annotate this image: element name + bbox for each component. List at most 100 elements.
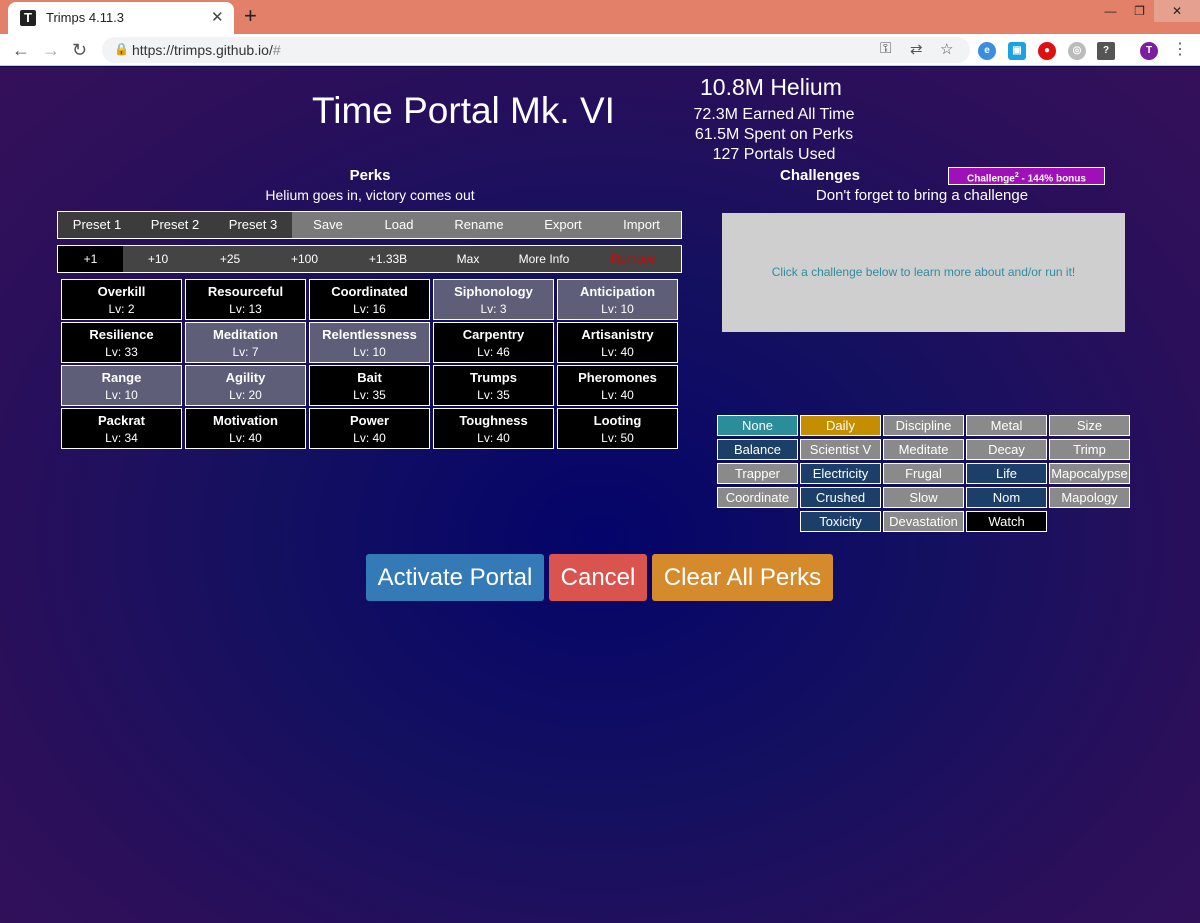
perk-level: Lv: 40 (229, 431, 262, 445)
restore-icon[interactable]: ❐ (1125, 0, 1154, 22)
perks-heading: Perks (349, 167, 391, 184)
perk-bait[interactable]: Bait Lv: 35 (309, 365, 430, 406)
buy-plus25-button[interactable]: +25 (193, 246, 267, 272)
save-preset-button[interactable]: Save (292, 212, 364, 238)
bookmark-star-icon[interactable]: ☆ (940, 40, 953, 58)
key-icon[interactable]: ⚿ (880, 40, 891, 57)
remove-button[interactable]: Remove (586, 246, 681, 272)
perk-relentlessness[interactable]: Relentlessness Lv: 10 (309, 322, 430, 363)
tab-close-icon[interactable]: ✕ (211, 8, 224, 26)
back-arrow-icon[interactable]: ← (12, 38, 30, 62)
minimize-icon[interactable]: — (1096, 0, 1125, 22)
challenge-decay[interactable]: Decay (966, 439, 1047, 460)
perk-overkill[interactable]: Overkill Lv: 2 (61, 279, 182, 320)
challenge-devastation[interactable]: Devastation (883, 511, 964, 532)
profile-avatar[interactable]: T (1140, 42, 1158, 60)
perk-level: Lv: 34 (105, 431, 138, 445)
lock-icon: 🔒 (114, 42, 129, 56)
forward-arrow-icon[interactable]: → (42, 38, 60, 62)
perk-name: Coordinated (331, 284, 408, 299)
challenge-none[interactable]: None (717, 415, 798, 436)
address-bar[interactable]: 🔒 https://trimps.github.io/# ⚿ ⇄ ☆ (102, 37, 970, 63)
challenge-discipline[interactable]: Discipline (883, 415, 964, 436)
perk-motivation[interactable]: Motivation Lv: 40 (185, 408, 306, 449)
challenge-scientist[interactable]: Scientist V (800, 439, 881, 460)
challenge-electricity[interactable]: Electricity (800, 463, 881, 484)
perk-siphonology[interactable]: Siphonology Lv: 3 (433, 279, 554, 320)
perk-trumps[interactable]: Trumps Lv: 35 (433, 365, 554, 406)
buy-plus10-button[interactable]: +10 (123, 246, 193, 272)
perk-coordinated[interactable]: Coordinated Lv: 16 (309, 279, 430, 320)
challenge-trapper[interactable]: Trapper (717, 463, 798, 484)
buy-max-button[interactable]: Max (434, 246, 502, 272)
menu-dots-icon[interactable]: ⋮ (1172, 38, 1188, 62)
portals-used: 127 Portals Used (712, 146, 836, 163)
tab-title: Trimps 4.11.3 (46, 10, 125, 25)
buy-plus100-button[interactable]: +100 (267, 246, 342, 272)
perk-toughness[interactable]: Toughness Lv: 40 (433, 408, 554, 449)
perk-artisanistry[interactable]: Artisanistry Lv: 40 (557, 322, 678, 363)
buy-plus1-button[interactable]: +1 (58, 246, 123, 272)
perk-level: Lv: 40 (477, 431, 510, 445)
preset-1-button[interactable]: Preset 1 (58, 212, 136, 238)
browser-tab-bar: T Trimps 4.11.3 ✕ + — ❐ ✕ (0, 0, 1200, 34)
import-button[interactable]: Import (602, 212, 681, 238)
challenge-crushed[interactable]: Crushed (800, 487, 881, 508)
buy-custom-button[interactable]: +1.33B (342, 246, 434, 272)
perk-carpentry[interactable]: Carpentry Lv: 46 (433, 322, 554, 363)
extension-gray-icon[interactable]: ◎ (1068, 42, 1086, 60)
trimps-favicon-icon: T (20, 10, 36, 26)
challenge-size[interactable]: Size (1049, 415, 1130, 436)
perk-resilience[interactable]: Resilience Lv: 33 (61, 322, 182, 363)
extension-blue-icon[interactable]: e (978, 42, 996, 60)
perk-power[interactable]: Power Lv: 40 (309, 408, 430, 449)
challenge-watch[interactable]: Watch (966, 511, 1047, 532)
cancel-button[interactable]: Cancel (549, 554, 647, 601)
export-button[interactable]: Export (524, 212, 602, 238)
perk-level: Lv: 2 (108, 302, 135, 316)
perk-anticipation[interactable]: Anticipation Lv: 10 (557, 279, 678, 320)
perk-meditation[interactable]: Meditation Lv: 7 (185, 322, 306, 363)
translate-icon[interactable]: ⇄ (910, 40, 923, 58)
perk-looting[interactable]: Looting Lv: 50 (557, 408, 678, 449)
challenge-trimp[interactable]: Trimp (1049, 439, 1130, 460)
extension-help-icon[interactable]: ? (1097, 42, 1115, 60)
challenge-life[interactable]: Life (966, 463, 1047, 484)
load-preset-button[interactable]: Load (364, 212, 434, 238)
perk-name: Meditation (213, 327, 278, 342)
preset-2-button[interactable]: Preset 2 (136, 212, 214, 238)
perk-range[interactable]: Range Lv: 10 (61, 365, 182, 406)
challenge-nom[interactable]: Nom (966, 487, 1047, 508)
challenge-metal[interactable]: Metal (966, 415, 1047, 436)
activate-portal-button[interactable]: Activate Portal (366, 554, 544, 601)
preset-3-button[interactable]: Preset 3 (214, 212, 292, 238)
extension-copy-icon[interactable]: ▣ (1008, 42, 1026, 60)
browser-tab[interactable]: T Trimps 4.11.3 ✕ (8, 2, 234, 34)
challenge-daily[interactable]: Daily (800, 415, 881, 436)
window-close-icon[interactable]: ✕ (1154, 0, 1200, 22)
challenge-frugal[interactable]: Frugal (883, 463, 964, 484)
challenge-toxicity[interactable]: Toxicity (800, 511, 881, 532)
perk-resourceful[interactable]: Resourceful Lv: 13 (185, 279, 306, 320)
browser-toolbar: ← → ↻ 🔒 https://trimps.github.io/# ⚿ ⇄ ☆… (0, 34, 1200, 66)
perk-agility[interactable]: Agility Lv: 20 (185, 365, 306, 406)
challenge-coordinate[interactable]: Coordinate (717, 487, 798, 508)
perk-name: Trumps (470, 370, 517, 385)
more-info-button[interactable]: More Info (502, 246, 586, 272)
challenge2-bonus-badge[interactable]: Challenge2 - 144% bonus (948, 167, 1105, 185)
challenge-slow[interactable]: Slow (883, 487, 964, 508)
challenge-meditate[interactable]: Meditate (883, 439, 964, 460)
reload-icon[interactable]: ↻ (72, 38, 87, 62)
clear-all-perks-button[interactable]: Clear All Perks (652, 554, 833, 601)
perk-name: Bait (357, 370, 382, 385)
challenge-mapocalypse[interactable]: Mapocalypse (1049, 463, 1130, 484)
rename-preset-button[interactable]: Rename (434, 212, 524, 238)
extension-stop-icon[interactable]: ● (1038, 42, 1056, 60)
perk-pheromones[interactable]: Pheromones Lv: 40 (557, 365, 678, 406)
new-tab-icon[interactable]: + (244, 4, 257, 28)
perk-packrat[interactable]: Packrat Lv: 34 (61, 408, 182, 449)
challenge-empty-slot (717, 511, 798, 532)
challenge-balance[interactable]: Balance (717, 439, 798, 460)
preset-bar: Preset 1 Preset 2 Preset 3 Save Load Ren… (57, 211, 682, 239)
challenge-mapology[interactable]: Mapology (1049, 487, 1130, 508)
